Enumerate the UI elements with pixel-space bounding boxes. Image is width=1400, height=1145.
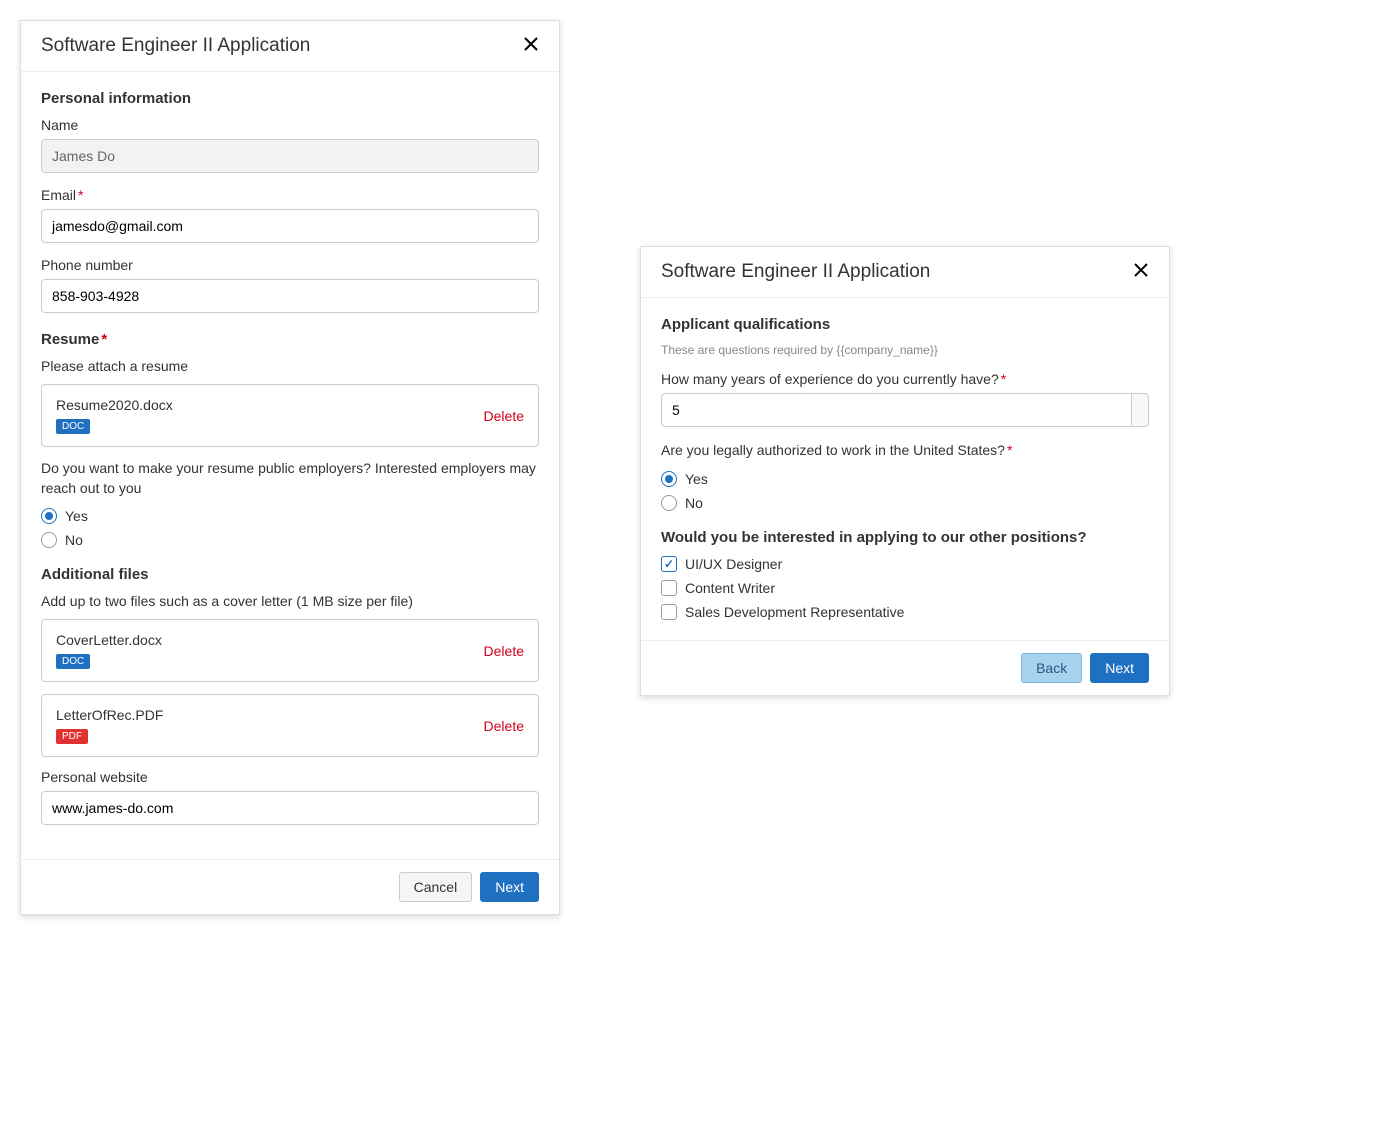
modal-footer: Cancel Next (21, 859, 559, 914)
other-positions-group: UI/UX Designer Content Writer Sales Deve… (661, 556, 1149, 620)
required-icon: * (101, 331, 107, 348)
application-modal-step2: Software Engineer II Application Applica… (640, 246, 1170, 696)
field-name: Name (41, 117, 539, 173)
experience-label: How many years of experience do you curr… (661, 371, 1149, 387)
other-positions-label: Would you be interested in applying to o… (661, 529, 1149, 546)
required-icon: * (1001, 371, 1006, 387)
checkbox-icon (661, 604, 677, 620)
name-label: Name (41, 117, 539, 133)
stepper-wrap (661, 393, 1149, 427)
radio-icon (661, 471, 677, 487)
section-personal-title: Personal information (41, 90, 539, 107)
website-label: Personal website (41, 769, 539, 785)
checkbox-icon (661, 556, 677, 572)
check-label: UI/UX Designer (685, 556, 782, 572)
field-website: Personal website (41, 769, 539, 825)
authorized-label-text: Are you legally authorized to work in th… (661, 442, 1005, 458)
required-icon: * (78, 187, 83, 203)
field-authorized: Are you legally authorized to work in th… (661, 441, 1149, 511)
radio-yes[interactable]: Yes (661, 471, 1149, 487)
modal-title: Software Engineer II Application (41, 35, 310, 57)
file-info: CoverLetter.docx DOC (56, 632, 162, 669)
section-resume-title: Resume* (41, 331, 539, 348)
file-name: CoverLetter.docx (56, 632, 162, 648)
section-qualifications-title: Applicant qualifications (661, 316, 1149, 333)
experience-label-text: How many years of experience do you curr… (661, 371, 999, 387)
email-label: Email* (41, 187, 539, 203)
radio-yes[interactable]: Yes (41, 508, 539, 524)
cancel-button[interactable]: Cancel (399, 872, 473, 902)
checkbox-icon (661, 580, 677, 596)
modal-body: Applicant qualifications These are quest… (641, 298, 1169, 640)
radio-icon (41, 508, 57, 524)
file-name: LetterOfRec.PDF (56, 707, 163, 723)
modal-body: Personal information Name Email* Phone n… (21, 72, 559, 859)
modal-header: Software Engineer II Application (641, 247, 1169, 298)
radio-icon (41, 532, 57, 548)
number-stepper[interactable] (1132, 393, 1149, 427)
resume-title-text: Resume (41, 331, 99, 348)
experience-input[interactable] (661, 393, 1132, 427)
radio-no[interactable]: No (41, 532, 539, 548)
resume-public-radio-group: Yes No (41, 508, 539, 548)
delete-button[interactable]: Delete (484, 718, 524, 734)
delete-button[interactable]: Delete (484, 643, 524, 659)
file-badge-pdf: PDF (56, 729, 88, 744)
phone-input[interactable] (41, 279, 539, 313)
file-info: Resume2020.docx DOC (56, 397, 173, 434)
next-button[interactable]: Next (480, 872, 539, 902)
additional-file-card: LetterOfRec.PDF PDF Delete (41, 694, 539, 757)
website-input[interactable] (41, 791, 539, 825)
back-button[interactable]: Back (1021, 653, 1082, 683)
authorized-radio-group: Yes No (661, 471, 1149, 511)
radio-no[interactable]: No (661, 495, 1149, 511)
field-experience: How many years of experience do you curr… (661, 371, 1149, 427)
file-info: LetterOfRec.PDF PDF (56, 707, 163, 744)
next-button[interactable]: Next (1090, 653, 1149, 683)
radio-label: Yes (65, 508, 88, 524)
check-item-content-writer[interactable]: Content Writer (661, 580, 1149, 596)
modal-footer: Back Next (641, 640, 1169, 695)
required-icon: * (1007, 442, 1012, 458)
radio-label: No (685, 495, 703, 511)
additional-instruction: Add up to two files such as a cover lett… (41, 593, 539, 609)
delete-button[interactable]: Delete (484, 408, 524, 424)
radio-label: Yes (685, 471, 708, 487)
file-badge-doc: DOC (56, 419, 90, 434)
name-input[interactable] (41, 139, 539, 173)
section-additional-title: Additional files (41, 566, 539, 583)
radio-icon (661, 495, 677, 511)
modal-header: Software Engineer II Application (21, 21, 559, 72)
email-input[interactable] (41, 209, 539, 243)
radio-label: No (65, 532, 83, 548)
authorized-label: Are you legally authorized to work in th… (661, 441, 1149, 461)
modal-title: Software Engineer II Application (661, 261, 930, 283)
check-label: Content Writer (685, 580, 775, 596)
qualifications-helper: These are questions required by {{compan… (661, 343, 1149, 357)
field-email: Email* (41, 187, 539, 243)
field-phone: Phone number (41, 257, 539, 313)
check-item-uiux[interactable]: UI/UX Designer (661, 556, 1149, 572)
close-icon[interactable] (523, 36, 539, 56)
check-label: Sales Development Representative (685, 604, 904, 620)
file-name: Resume2020.docx (56, 397, 173, 413)
file-badge-doc: DOC (56, 654, 90, 669)
additional-file-card: CoverLetter.docx DOC Delete (41, 619, 539, 682)
resume-instruction: Please attach a resume (41, 358, 539, 374)
email-label-text: Email (41, 187, 76, 203)
close-icon[interactable] (1133, 262, 1149, 282)
resume-file-card: Resume2020.docx DOC Delete (41, 384, 539, 447)
application-modal-step1: Software Engineer II Application Persona… (20, 20, 560, 915)
phone-label: Phone number (41, 257, 539, 273)
resume-public-question: Do you want to make your resume public e… (41, 459, 539, 498)
check-item-sdr[interactable]: Sales Development Representative (661, 604, 1149, 620)
